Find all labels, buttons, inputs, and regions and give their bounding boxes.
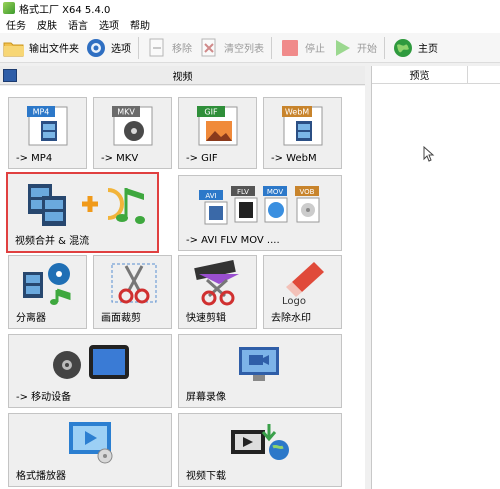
gear-icon <box>85 37 107 59</box>
start-button[interactable]: 开始 <box>328 35 380 61</box>
output-folder-button[interactable]: 输出文件夹 <box>0 35 82 61</box>
gif-badge: GIF <box>204 108 218 117</box>
menu-task[interactable]: 任务 <box>0 17 31 32</box>
tile-crop[interactable]: 画面裁剪 <box>93 255 172 329</box>
toolbar-separator <box>138 36 139 59</box>
webm-file-icon: WebM <box>282 106 323 146</box>
tile-to-webm-label: -> WebM <box>271 153 317 164</box>
clear-list-label: 清空列表 <box>224 44 264 55</box>
preview-column-header[interactable]: 预览 <box>372 66 468 83</box>
stop-label: 停止 <box>305 44 325 55</box>
output-folder-label: 输出文件夹 <box>29 44 79 55</box>
play-icon <box>331 37 353 59</box>
options-label: 选项 <box>111 44 131 55</box>
options-button[interactable]: 选项 <box>82 35 134 61</box>
clear-x-icon <box>198 37 220 59</box>
vob-badge: VOB <box>300 188 315 196</box>
crop-scissors-icon <box>111 263 157 304</box>
tile-to-mobile-label: -> 移动设备 <box>16 392 72 403</box>
start-label: 开始 <box>357 44 377 55</box>
tile-screen-record[interactable]: 屏幕录像 <box>178 334 342 408</box>
tile-to-multi-format[interactable]: AVI FLV MOV VOB -> AVI FLV MOV .... <box>178 175 342 251</box>
tile-splitter[interactable]: 分离器 <box>8 255 87 329</box>
tile-splitter-label: 分离器 <box>16 313 46 324</box>
tile-to-mp4[interactable]: MP4 -> MP4 <box>8 97 87 169</box>
tile-to-gif[interactable]: GIF -> GIF <box>178 97 257 169</box>
video-panel-title: 视频 <box>172 71 193 83</box>
tile-quick-clip-label: 快速剪辑 <box>186 313 226 324</box>
tile-remove-watermark-label: 去除水印 <box>271 313 311 324</box>
video-download-icon <box>231 424 289 460</box>
tile-video-download[interactable]: 视频下载 <box>178 413 342 487</box>
format-factory-window: 格式工厂 X64 5.4.0 任务 皮肤 语言 选项 帮助 输出文件夹 选项 移… <box>0 0 500 489</box>
app-icon <box>3 2 15 14</box>
quick-clip-icon <box>194 260 239 306</box>
tile-to-multi-format-label: -> AVI FLV MOV .... <box>186 235 280 246</box>
multi-format-icons: AVI FLV MOV VOB <box>199 186 320 225</box>
video-panel-header[interactable]: 视频 <box>0 66 365 85</box>
eraser-icon: Logo <box>282 262 324 307</box>
menu-skin[interactable]: 皮肤 <box>31 17 62 32</box>
mp4-file-icon: MP4 <box>27 106 68 146</box>
film-icon <box>3 69 17 82</box>
tile-video-merge-label: 视频合并 & 混流 <box>15 236 90 247</box>
tile-to-mkv[interactable]: MKV -> MKV <box>93 97 172 169</box>
splitter-icon <box>23 263 71 305</box>
tile-format-player[interactable]: 格式播放器 <box>8 413 172 487</box>
mp4-badge: MP4 <box>33 108 50 117</box>
logo-watermark-text: Logo <box>282 296 306 307</box>
mouse-cursor-icon <box>423 146 435 162</box>
preview-panel: 预览 <box>371 66 500 489</box>
tile-to-mp4-label: -> MP4 <box>16 153 53 164</box>
globe-icon <box>392 37 414 59</box>
tile-screen-record-label: 屏幕录像 <box>186 392 226 403</box>
avi-badge: AVI <box>205 192 216 200</box>
tile-format-player-label: 格式播放器 <box>16 471 66 482</box>
mov-badge: MOV <box>267 188 283 196</box>
toolbar-separator <box>384 36 385 59</box>
menu-bar: 任务 皮肤 语言 选项 帮助 <box>0 16 500 33</box>
tile-to-mobile[interactable]: -> 移动设备 <box>8 334 172 408</box>
webm-badge: WebM <box>285 108 309 117</box>
home-label: 主页 <box>418 44 438 55</box>
preview-header: 预览 <box>372 66 500 84</box>
toolbar: 输出文件夹 选项 移除 清空列表 停止 开始 主页 <box>0 33 500 63</box>
stop-button[interactable]: 停止 <box>276 35 328 61</box>
mkv-file-icon: MKV <box>112 106 153 146</box>
tile-to-gif-label: -> GIF <box>186 153 218 164</box>
stop-icon <box>279 37 301 59</box>
tile-to-webm[interactable]: WebM -> WebM <box>263 97 342 169</box>
gif-file-icon: GIF <box>197 106 238 146</box>
menu-options[interactable]: 选项 <box>93 17 124 32</box>
toolbar-separator <box>271 36 272 59</box>
document-remove-icon <box>146 37 168 59</box>
menu-language[interactable]: 语言 <box>62 17 93 32</box>
remove-button[interactable]: 移除 <box>143 35 195 61</box>
window-title: 格式工厂 X64 5.4.0 <box>19 4 111 16</box>
tile-remove-watermark[interactable]: Logo 去除水印 <box>263 255 342 329</box>
tile-video-download-label: 视频下载 <box>186 471 226 482</box>
tile-to-mkv-label: -> MKV <box>101 153 139 164</box>
home-button[interactable]: 主页 <box>389 35 441 61</box>
tile-quick-clip[interactable]: 快速剪辑 <box>178 255 257 329</box>
tile-video-merge[interactable]: 视频合并 & 混流 <box>6 172 159 253</box>
merge-icon <box>28 184 145 226</box>
menu-help[interactable]: 帮助 <box>124 17 155 32</box>
clear-list-button[interactable]: 清空列表 <box>195 35 267 61</box>
tile-crop-label: 画面裁剪 <box>101 313 141 324</box>
title-bar: 格式工厂 X64 5.4.0 <box>0 0 500 16</box>
mkv-badge: MKV <box>117 108 135 117</box>
video-tools-grid: MP4 -> MP4 MKV -> MKV GIF -> GIF WebM ->… <box>0 86 365 489</box>
flv-badge: FLV <box>237 188 249 196</box>
remove-label: 移除 <box>172 44 192 55</box>
player-icon <box>69 422 113 464</box>
mobile-devices-icon <box>53 345 129 379</box>
screen-record-icon <box>239 347 279 381</box>
folder-icon <box>3 37 25 59</box>
